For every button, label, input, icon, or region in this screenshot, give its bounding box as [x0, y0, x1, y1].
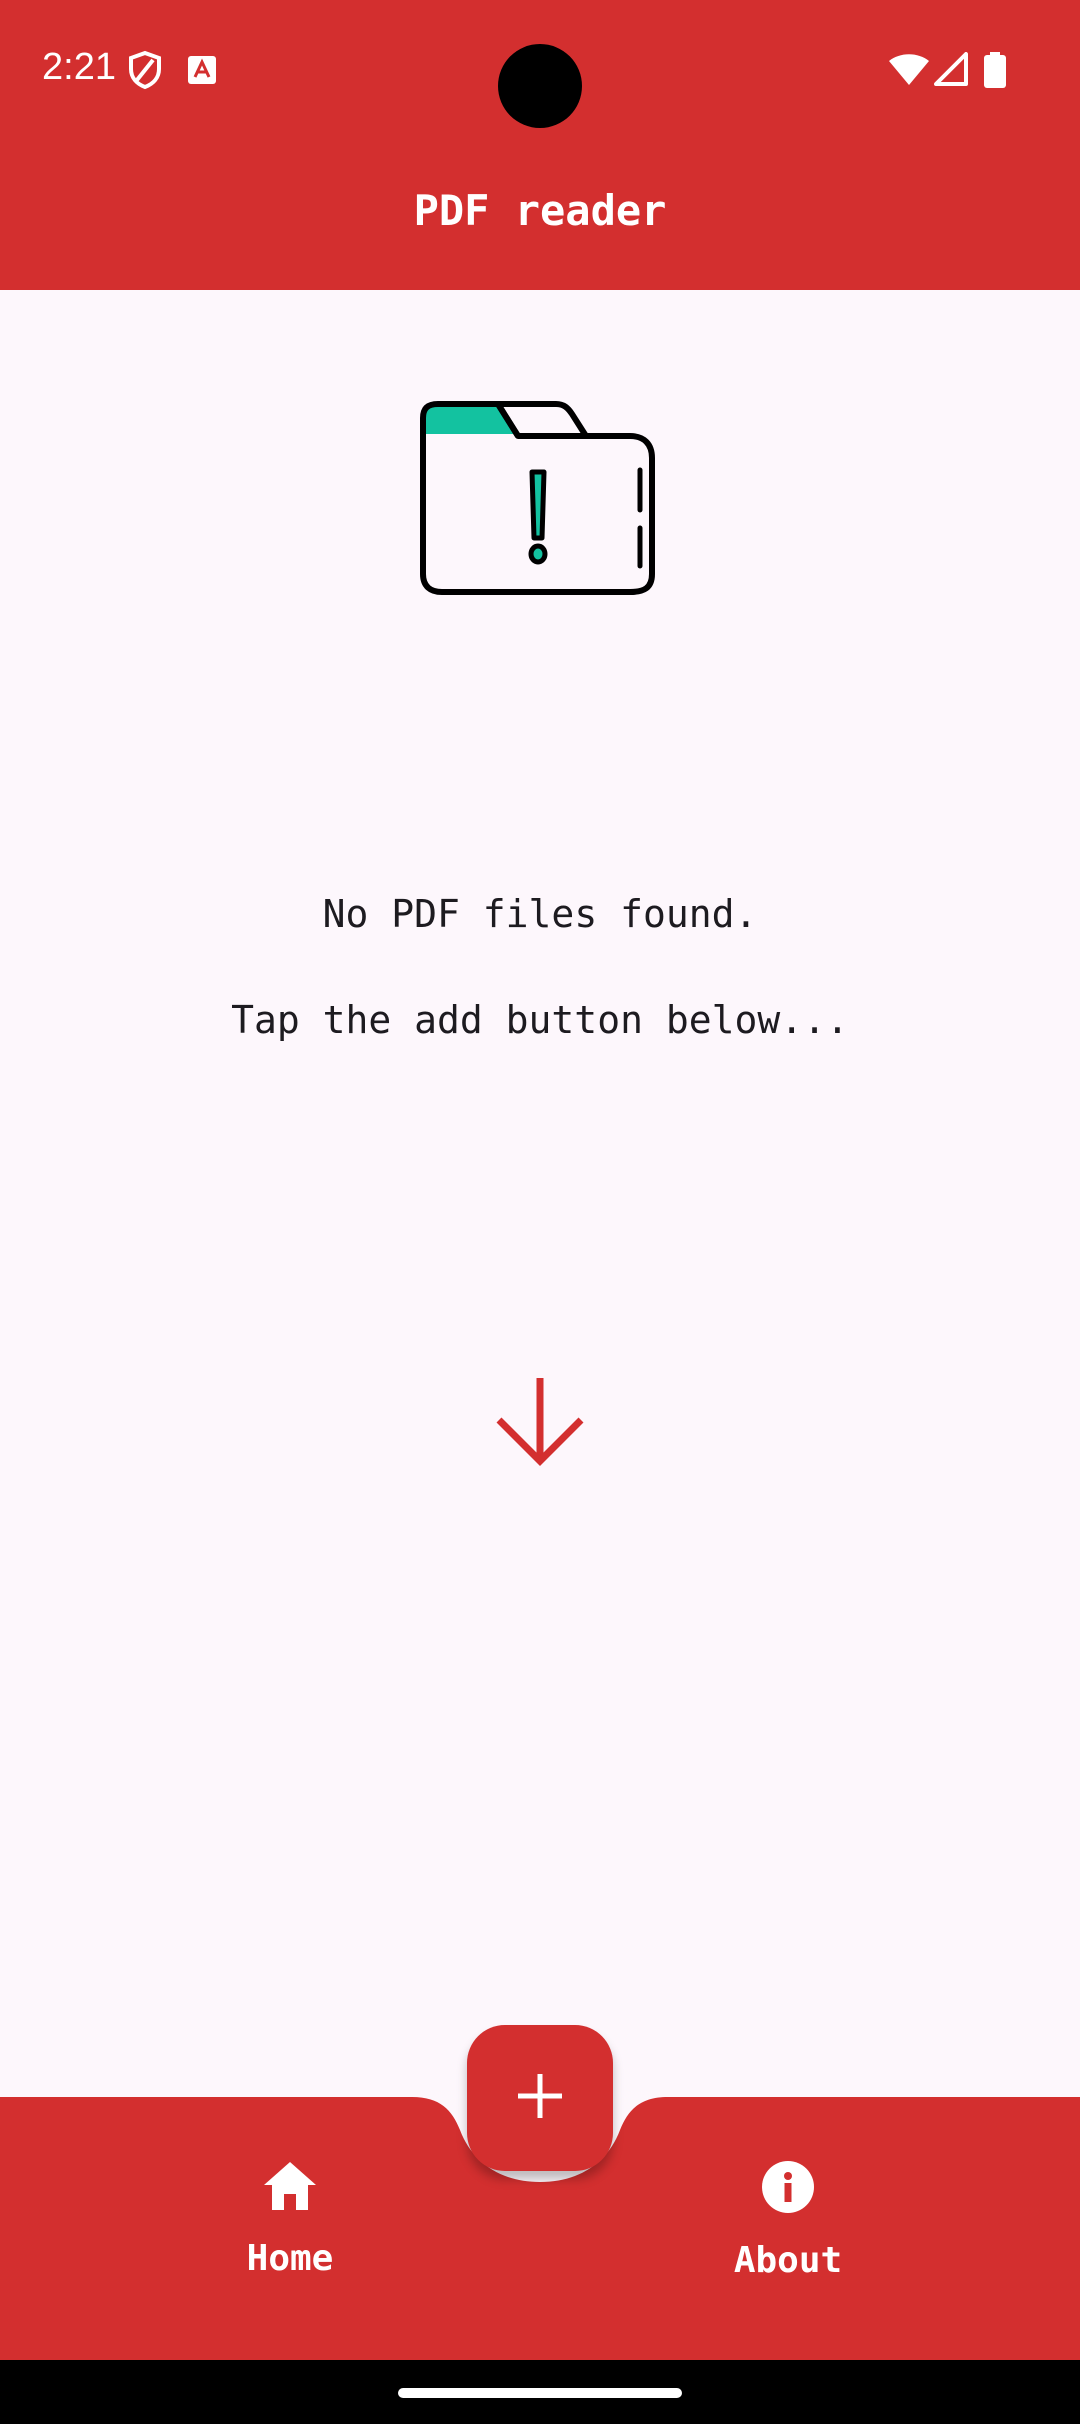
arrow-down-icon — [494, 1375, 586, 1471]
page-title: PDF reader — [413, 186, 667, 235]
shield-icon — [128, 50, 162, 94]
status-time: 2:21 — [42, 46, 116, 88]
front-camera — [498, 44, 582, 128]
wifi-icon — [888, 52, 930, 90]
nav-about-label: About — [733, 2240, 843, 2281]
signal-icon — [934, 52, 968, 90]
nav-home-label: Home — [246, 2238, 334, 2279]
empty-hint: Tap the add button below... — [231, 998, 849, 1042]
info-icon — [761, 2160, 815, 2218]
add-pdf-button[interactable] — [467, 2025, 613, 2171]
text-a-icon — [188, 56, 216, 88]
nav-home[interactable]: Home — [140, 2160, 440, 2310]
battery-icon — [984, 52, 1006, 92]
folder-alert-icon — [418, 398, 658, 602]
plus-icon — [516, 2072, 564, 2124]
home-gesture-handle[interactable] — [398, 2388, 682, 2398]
nav-about[interactable]: About — [638, 2160, 938, 2310]
empty-message: No PDF files found. — [322, 892, 758, 936]
home-icon — [262, 2160, 318, 2216]
